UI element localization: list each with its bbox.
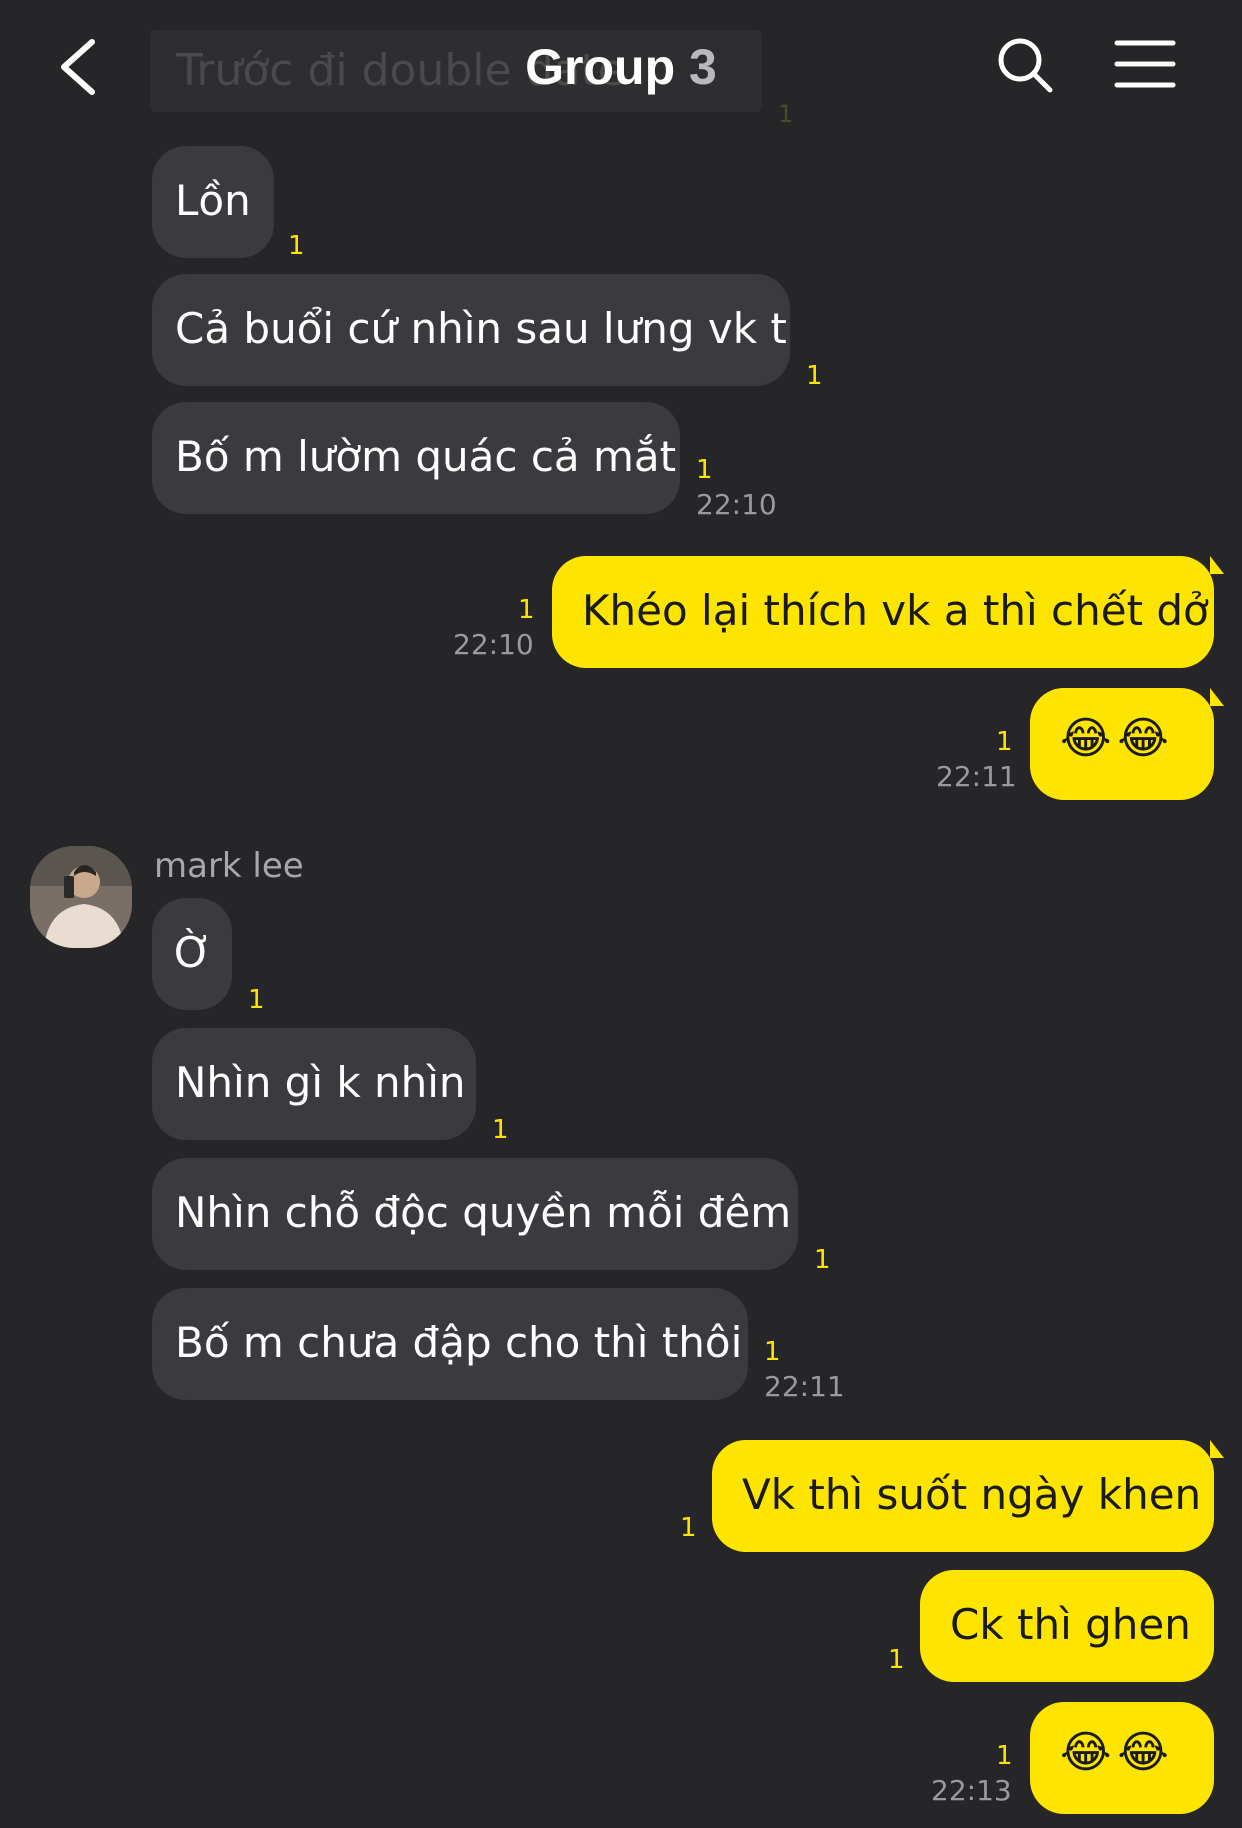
search-button[interactable] xyxy=(996,36,1054,94)
message-text: Nhìn chỗ độc quyền mỗi đêm xyxy=(175,1188,792,1237)
message-text: Ck thì ghen xyxy=(950,1600,1191,1649)
scrolled-message-unread: 1 xyxy=(778,100,794,128)
message-bubble-incoming[interactable]: Lồn xyxy=(152,146,274,258)
unread-count: 1 xyxy=(806,361,823,391)
member-count: 3 xyxy=(689,39,717,95)
unread-count: 1 xyxy=(814,1245,831,1275)
unread-count: 1 xyxy=(888,1645,905,1675)
message-time: 22:11 xyxy=(936,760,1017,793)
sender-name: mark lee xyxy=(154,846,304,886)
group-name: Group xyxy=(525,39,676,95)
message-bubble-incoming[interactable]: Bố m chưa đập cho thì thôi xyxy=(152,1288,748,1400)
message-bubble-outgoing[interactable]: Ck thì ghen xyxy=(920,1570,1214,1682)
message-time: 22:10 xyxy=(696,488,777,521)
message-emoji: 😂😂 xyxy=(1060,713,1175,764)
avatar[interactable] xyxy=(30,846,132,948)
message-bubble-incoming[interactable]: Nhìn chỗ độc quyền mỗi đêm xyxy=(152,1158,798,1270)
message-bubble-outgoing[interactable]: 😂😂 xyxy=(1030,688,1214,800)
message-text: Bố m chưa đập cho thì thôi xyxy=(175,1318,743,1367)
chat-title: Group 3 xyxy=(0,38,1242,96)
profile-photo-icon xyxy=(30,846,132,948)
unread-count: 1 xyxy=(492,1115,509,1145)
message-bubble-outgoing[interactable]: Vk thì suốt ngày khen xyxy=(712,1440,1214,1552)
unread-count: 1 xyxy=(764,1337,781,1367)
unread-count: 1 xyxy=(696,455,713,485)
unread-count: 1 xyxy=(996,727,1013,757)
message-bubble-outgoing[interactable]: 😂😂 xyxy=(1030,1702,1214,1814)
unread-count: 1 xyxy=(680,1513,697,1543)
hamburger-menu-icon xyxy=(1114,40,1176,88)
message-bubble-incoming[interactable]: Bố m lườm quác cả mắt xyxy=(152,402,680,514)
message-text: Lồn xyxy=(175,176,251,225)
bubble-tail xyxy=(1210,688,1224,706)
message-time: 22:13 xyxy=(931,1774,1012,1807)
unread-count: 1 xyxy=(518,595,535,625)
message-time: 22:10 xyxy=(453,628,534,661)
search-icon xyxy=(998,38,1053,93)
message-time: 22:11 xyxy=(764,1370,845,1403)
unread-count: 1 xyxy=(288,231,305,261)
message-text: Vk thì suốt ngày khen xyxy=(742,1470,1202,1519)
message-text: Ờ xyxy=(174,928,213,977)
message-text: Nhìn gì k nhìn xyxy=(175,1058,466,1107)
message-text: Khéo lại thích vk a thì chết dở xyxy=(582,586,1209,635)
menu-button[interactable] xyxy=(1114,38,1176,90)
chat-header: Trước đi double date 1 Group 3 xyxy=(0,0,1242,138)
message-bubble-incoming[interactable]: Ờ xyxy=(152,898,232,1010)
message-bubble-incoming[interactable]: Nhìn gì k nhìn xyxy=(152,1028,476,1140)
bubble-tail xyxy=(1210,1440,1224,1458)
message-text: Bố m lườm quác cả mắt xyxy=(175,432,677,481)
message-text: Cả buổi cứ nhìn sau lưng vk t xyxy=(175,304,787,353)
message-bubble-outgoing[interactable]: Khéo lại thích vk a thì chết dở xyxy=(552,556,1214,668)
unread-count: 1 xyxy=(996,1741,1013,1771)
message-emoji: 😂😂 xyxy=(1060,1727,1175,1778)
unread-count: 1 xyxy=(248,985,265,1015)
bubble-tail xyxy=(1210,556,1224,574)
message-bubble-incoming[interactable]: Cả buổi cứ nhìn sau lưng vk t xyxy=(152,274,790,386)
